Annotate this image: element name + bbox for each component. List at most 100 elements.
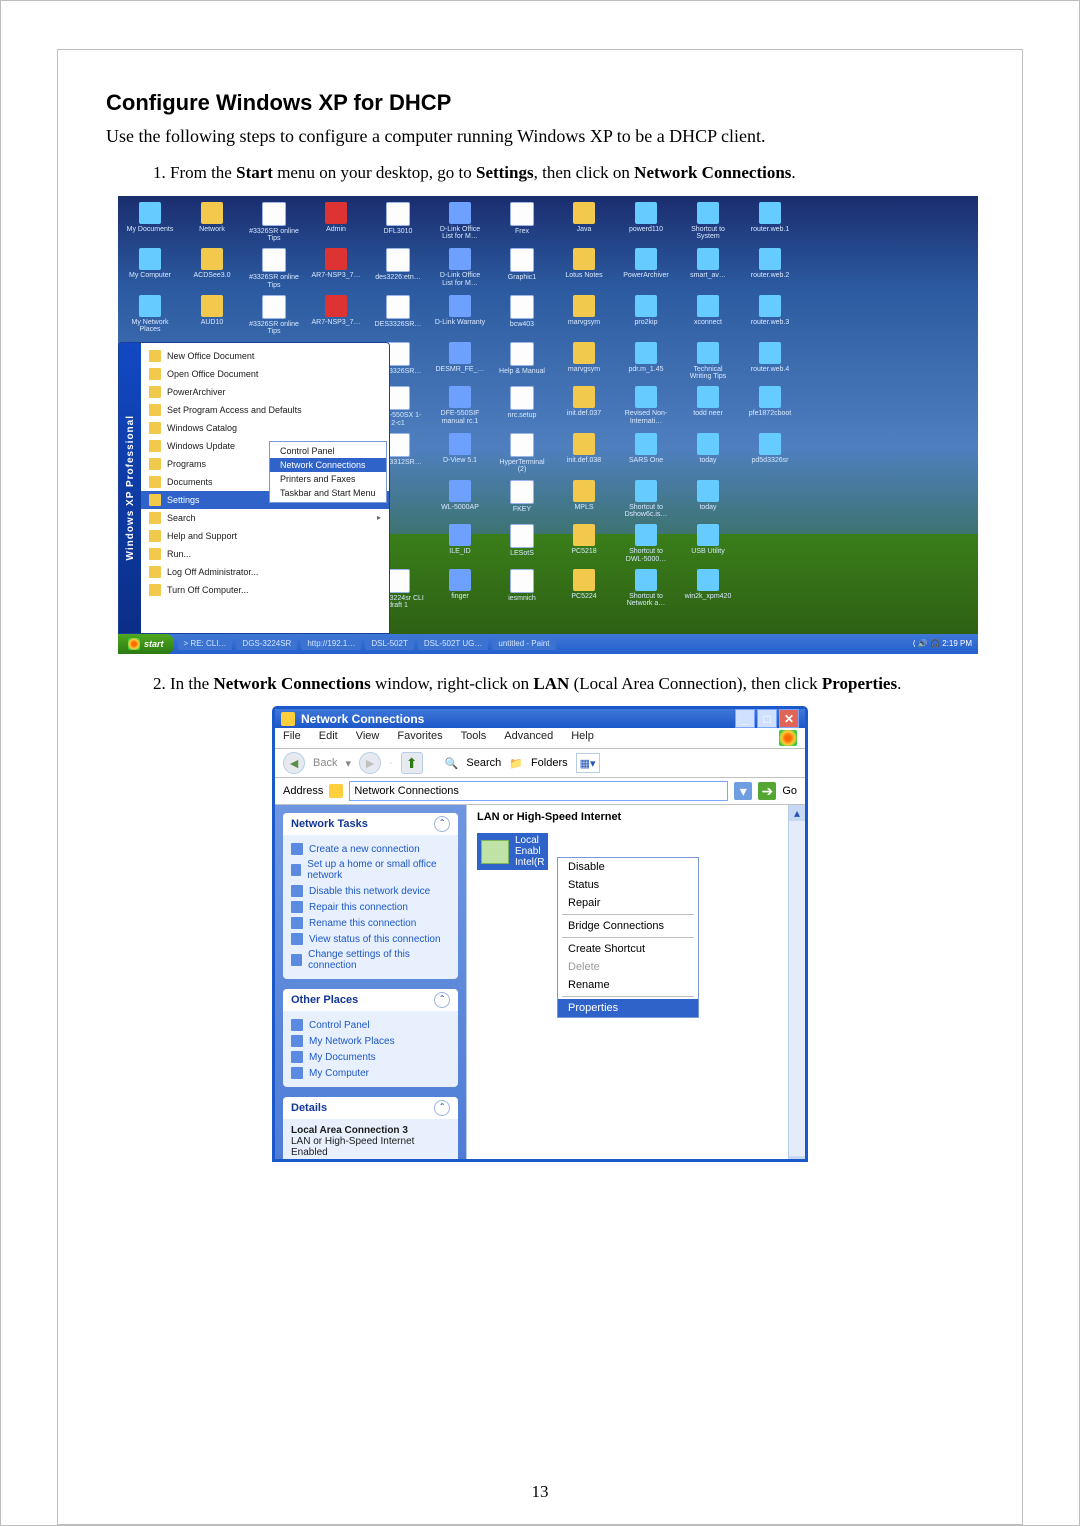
desktop-icon[interactable]: DFE-550SIF manual rc.1 (434, 386, 486, 427)
desktop-icon[interactable]: Admin (310, 202, 362, 243)
task-link[interactable]: Change settings of this connection (291, 947, 450, 973)
desktop-icon[interactable]: AR7-NSP3_7… (310, 248, 362, 289)
desktop-icon[interactable]: marvgsym (558, 342, 610, 381)
ctx-repair[interactable]: Repair (558, 894, 698, 912)
desktop-icon[interactable]: USB Utility (682, 524, 734, 563)
desktop-icon[interactable]: pfe1872cboot (744, 386, 796, 427)
desktop-icon[interactable]: PC5218 (558, 524, 610, 563)
desktop-icon[interactable]: AUD10 (186, 295, 238, 336)
desktop-icon[interactable]: Help & Manual (496, 342, 548, 381)
desktop-icon[interactable]: win2k_xpm420 (682, 569, 734, 610)
task-link[interactable]: Disable this network device (291, 883, 450, 899)
desktop-icon[interactable]: Frex (496, 202, 548, 243)
back-button[interactable]: ◄ (283, 752, 305, 774)
menu-advanced[interactable]: Advanced (504, 730, 553, 746)
desktop-icon[interactable]: PC5224 (558, 569, 610, 610)
desktop-icon[interactable]: Shortcut to Network a… (620, 569, 672, 610)
menu-tools[interactable]: Tools (461, 730, 487, 746)
desktop-icon[interactable]: DESMR_FE_… (434, 342, 486, 381)
task-link[interactable]: Set up a home or small office network (291, 857, 450, 883)
desktop-icon[interactable]: My Documents (124, 202, 176, 243)
desktop-icon[interactable]: Technical Writing Tips (682, 342, 734, 381)
desktop-icon[interactable]: pro2kip (620, 295, 672, 336)
desktop-icon[interactable]: today (682, 433, 734, 474)
menu-view[interactable]: View (356, 730, 380, 746)
address-dropdown[interactable]: ▾ (734, 782, 752, 800)
desktop-icon[interactable]: Shortcut to DWL-5000… (620, 524, 672, 563)
ctx-disable[interactable]: Disable (558, 858, 698, 876)
start-menu-item[interactable]: Set Program Access and Defaults (141, 401, 389, 419)
views-button[interactable]: ▦▾ (576, 753, 600, 773)
start-menu-item[interactable]: New Office Document (141, 347, 389, 365)
task-link[interactable]: Create a new connection (291, 841, 450, 857)
desktop-icon[interactable] (744, 569, 796, 610)
desktop-icon[interactable]: router.web.4 (744, 342, 796, 381)
ctx-rename[interactable]: Rename (558, 976, 698, 994)
ctx-create-shortcut[interactable]: Create Shortcut (558, 940, 698, 958)
task-link[interactable]: Rename this connection (291, 915, 450, 931)
desktop-icon[interactable]: marvgsym (558, 295, 610, 336)
desktop-icon[interactable]: D-Link Warranty (434, 295, 486, 336)
desktop-icon[interactable]: today (682, 480, 734, 519)
chevron-up-icon[interactable]: ˆ (434, 1100, 450, 1116)
desktop-icon[interactable]: My Computer (124, 248, 176, 289)
desktop-icon[interactable]: DES3326SR… (372, 295, 424, 336)
ctx-properties[interactable]: Properties (558, 999, 698, 1017)
start-menu-item[interactable]: Windows Catalog (141, 419, 389, 437)
desktop-icon[interactable]: router.web.3 (744, 295, 796, 336)
submenu-item[interactable]: Printers and Faxes (270, 472, 386, 486)
place-link[interactable]: Control Panel (291, 1017, 450, 1033)
task-link[interactable]: View status of this connection (291, 931, 450, 947)
menu-file[interactable]: File (283, 730, 301, 746)
desktop-icon[interactable]: powerd110 (620, 202, 672, 243)
desktop-icon[interactable]: #3326SR online Tips (248, 248, 300, 289)
lan-connection-item[interactable]: Local Enabl Intel(R (477, 833, 548, 870)
chevron-up-icon[interactable]: ˆ (434, 992, 450, 1008)
task-link[interactable]: Repair this connection (291, 899, 450, 915)
taskbar-item[interactable]: DGS-3224SR (236, 637, 297, 650)
submenu-item[interactable]: Taskbar and Start Menu (270, 486, 386, 500)
desktop-icon[interactable]: DFL3010 (372, 202, 424, 243)
desktop-icon[interactable]: bcw403 (496, 295, 548, 336)
desktop-icon[interactable]: Graphic1 (496, 248, 548, 289)
folders-icon[interactable]: 📁 (509, 757, 523, 770)
desktop-icon[interactable]: PowerArchiver (620, 248, 672, 289)
desktop-icon[interactable]: pd5d3326sr (744, 433, 796, 474)
taskbar-item[interactable]: > RE: CLI… (178, 637, 233, 650)
start-menu-item[interactable]: Open Office Document (141, 365, 389, 383)
desktop-icon[interactable]: des3226:etn… (372, 248, 424, 289)
desktop-icon[interactable]: ACDSee3.0 (186, 248, 238, 289)
desktop-icon[interactable]: Network (186, 202, 238, 243)
start-button[interactable]: start (118, 634, 174, 654)
close-button[interactable]: ✕ (779, 709, 799, 728)
desktop-icon[interactable]: router.web.2 (744, 248, 796, 289)
desktop-icon[interactable]: smart_av… (682, 248, 734, 289)
desktop-icon[interactable]: router.web.1 (744, 202, 796, 243)
desktop-icon[interactable]: D-Link Office List for M… (434, 202, 486, 243)
scrollbar[interactable]: ▴ ▾ (788, 805, 805, 1162)
place-link[interactable]: My Computer (291, 1065, 450, 1081)
desktop-icon[interactable]: xconnect (682, 295, 734, 336)
desktop-icon[interactable]: finger (434, 569, 486, 610)
desktop-icon[interactable]: LESotS (496, 524, 548, 563)
taskbar-item[interactable]: http://192.1… (301, 637, 361, 650)
desktop-icon[interactable]: WL-5000AP (434, 480, 486, 519)
scroll-up-icon[interactable]: ▴ (789, 805, 805, 821)
chevron-up-icon[interactable]: ˆ (434, 816, 450, 832)
up-button[interactable]: ⬆ (401, 752, 423, 774)
place-link[interactable]: My Documents (291, 1049, 450, 1065)
forward-button[interactable]: ► (359, 752, 381, 774)
desktop-icon[interactable] (744, 480, 796, 519)
desktop-icon[interactable]: init.def.038 (558, 433, 610, 474)
desktop-icon[interactable]: MPLS (558, 480, 610, 519)
search-icon[interactable]: 🔍 (445, 757, 459, 770)
desktop-icon[interactable]: #3326SR online Tips (248, 202, 300, 243)
dropdown-icon[interactable]: ▾ (345, 757, 351, 770)
desktop-icon[interactable]: D-View 5.1 (434, 433, 486, 474)
desktop-icon[interactable]: HyperTerminal (2) (496, 433, 548, 474)
maximize-button[interactable]: □ (757, 709, 777, 728)
desktop-icon[interactable]: Shortcut to Dshow6c.is… (620, 480, 672, 519)
desktop-icon[interactable]: D-Link Office List for M… (434, 248, 486, 289)
start-menu-item[interactable]: Search▸ (141, 509, 389, 527)
desktop-icon[interactable]: FKEY (496, 480, 548, 519)
